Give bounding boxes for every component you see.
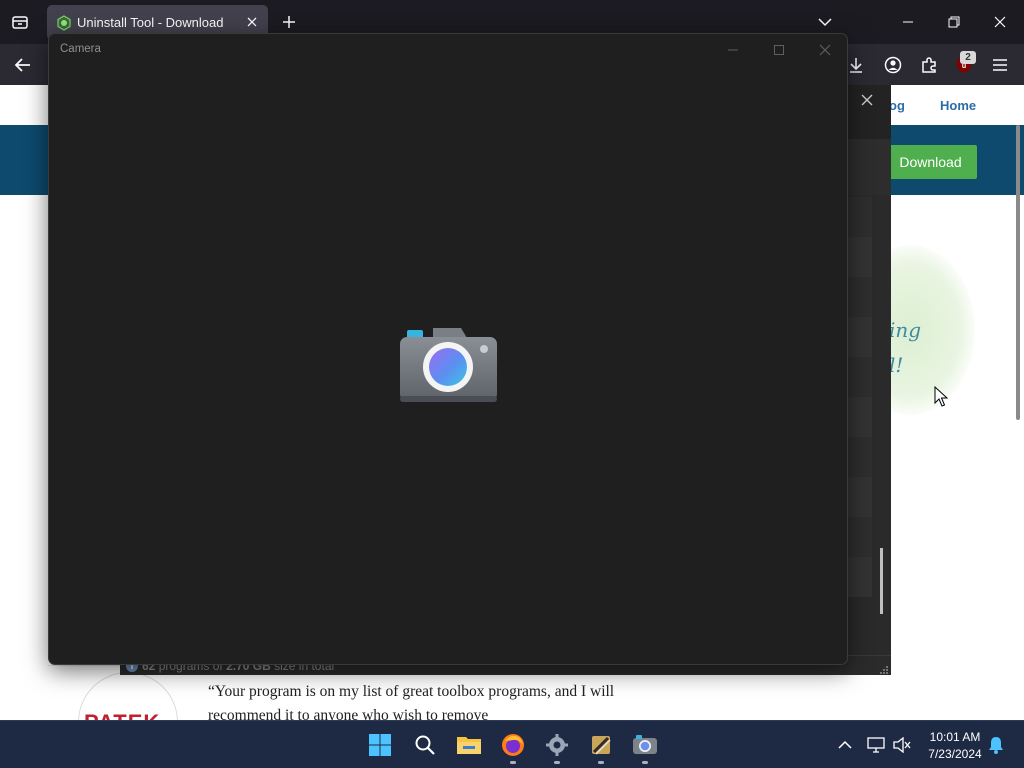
camera-minimize-icon[interactable]: [724, 41, 742, 59]
uninstall-tool-taskbar-icon[interactable]: [585, 729, 617, 761]
start-button-icon[interactable]: [364, 729, 396, 761]
nav-link-home[interactable]: Home: [940, 98, 976, 113]
clock-date[interactable]: 7/23/2024: [918, 747, 992, 761]
volume-muted-icon[interactable]: [892, 735, 912, 755]
restore-icon[interactable]: [944, 12, 964, 32]
download-button[interactable]: Download: [884, 145, 977, 179]
running-indicator: [554, 761, 560, 764]
show-hidden-icons-chevron-icon[interactable]: [835, 735, 855, 755]
tab-overview-icon[interactable]: [6, 8, 34, 36]
network-icon[interactable]: [866, 735, 886, 755]
nav-link-blog[interactable]: og: [889, 98, 905, 113]
list-all-tabs-icon[interactable]: [816, 13, 834, 31]
search-icon[interactable]: [409, 729, 441, 761]
file-explorer-icon[interactable]: [453, 729, 485, 761]
mouse-cursor-icon: [934, 386, 948, 407]
testimonial-quote: “Your program is on my list of great too…: [208, 683, 615, 720]
uninstall-tool-favicon-icon: [56, 15, 72, 31]
clock-time[interactable]: 10:01 AM: [922, 730, 988, 744]
account-icon[interactable]: [882, 54, 904, 76]
running-indicator: [510, 761, 516, 764]
close-window-icon[interactable]: [990, 12, 1010, 32]
svg-text:u: u: [962, 63, 966, 70]
tab-title: Uninstall Tool - Download: [77, 15, 224, 30]
minimize-icon[interactable]: [898, 12, 918, 32]
camera-app-logo-icon: [399, 324, 499, 406]
camera-close-icon[interactable]: [816, 41, 834, 59]
firefox-icon[interactable]: [497, 729, 529, 761]
camera-taskbar-icon[interactable]: [629, 729, 661, 761]
program-list-scrollbar[interactable]: [880, 548, 883, 614]
camera-window-title: Camera: [60, 43, 101, 55]
camera-window: Camera: [48, 33, 848, 665]
settings-gear-icon[interactable]: [541, 729, 573, 761]
handwritten-text-line-2: l!: [889, 353, 904, 377]
downloads-icon[interactable]: [845, 54, 867, 76]
page-scrollbar[interactable]: [1016, 125, 1020, 420]
back-arrow-icon[interactable]: [12, 54, 34, 76]
notification-bell-icon[interactable]: [986, 735, 1006, 755]
camera-maximize-icon[interactable]: [770, 41, 788, 59]
windows-taskbar: 10:01 AM 7/23/2024: [0, 720, 1024, 768]
menu-icon[interactable]: [989, 54, 1011, 76]
new-tab-icon[interactable]: [280, 13, 298, 31]
uninstall-tool-close-icon[interactable]: [858, 91, 876, 109]
patek-logo-text: PATEK: [84, 710, 160, 720]
close-tab-icon[interactable]: [244, 14, 260, 30]
ublock-badge-count: 2: [960, 51, 976, 64]
handwritten-text-line-1: ing: [889, 318, 922, 342]
resize-grip-icon[interactable]: [879, 662, 889, 674]
extensions-icon[interactable]: [918, 54, 940, 76]
running-indicator: [598, 761, 604, 764]
running-indicator: [642, 761, 648, 764]
